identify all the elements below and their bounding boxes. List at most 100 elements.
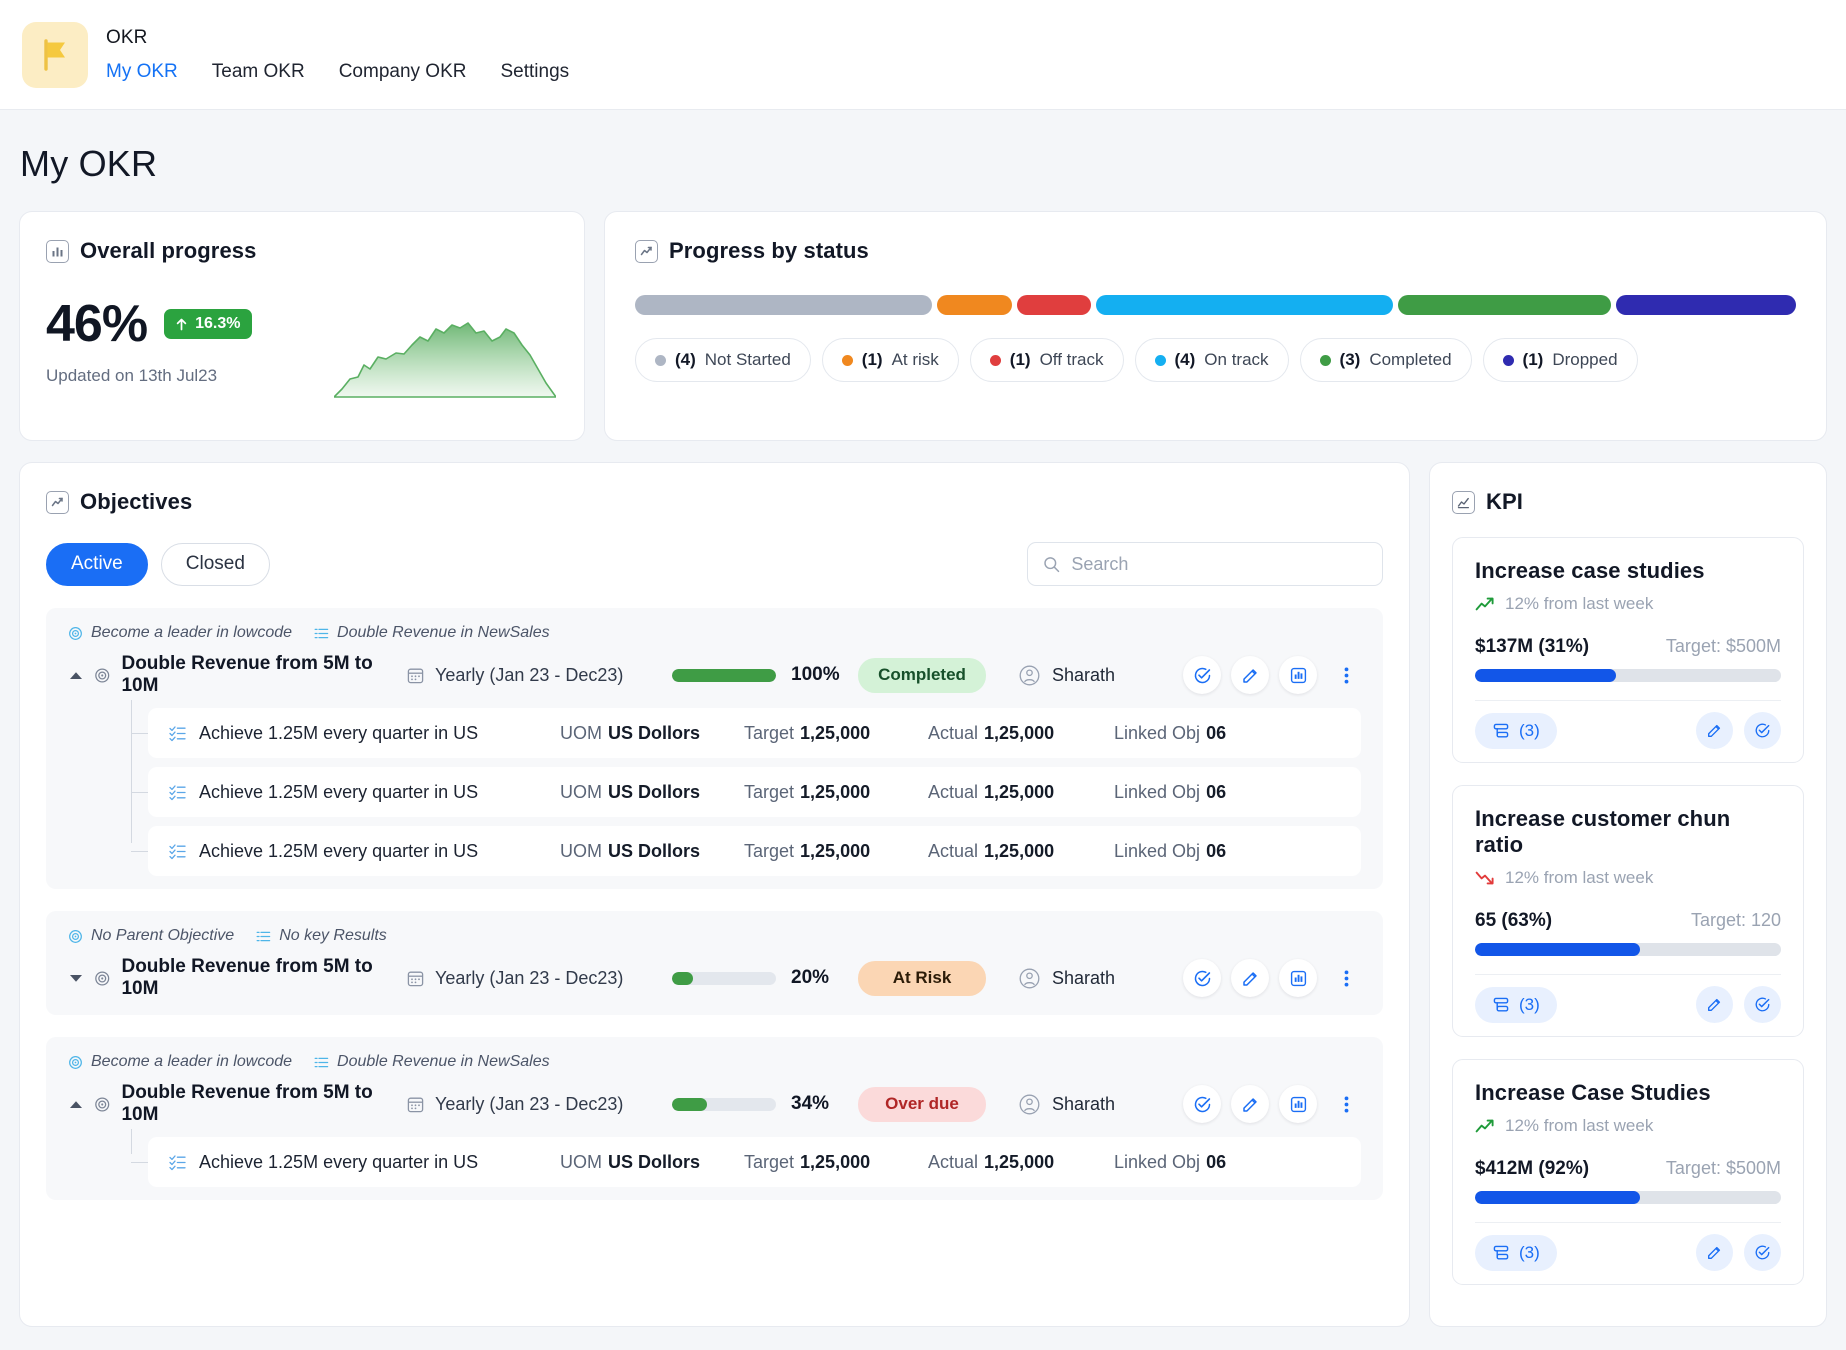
kpi-item-actions <box>1696 986 1781 1023</box>
key-result-linked-obj: Linked Obj 06 <box>1114 722 1227 743</box>
calendar-icon <box>407 668 424 683</box>
objective-edit-button[interactable] <box>1231 656 1269 694</box>
status-legend: (4) Not Started (1) At risk (1) Off trac… <box>635 338 1796 382</box>
tab-active[interactable]: Active <box>46 542 148 586</box>
status-segment-completed[interactable] <box>1398 295 1611 315</box>
objective-checkin-button[interactable] <box>1183 959 1221 997</box>
objective-status-badge: Completed <box>858 657 986 693</box>
progress-by-status-header: Progress by status <box>635 238 1796 264</box>
kpi-edit-button[interactable] <box>1696 1234 1733 1271</box>
more-options-icon <box>1344 667 1348 683</box>
key-result-row[interactable]: Achieve 1.25M every quarter in US UOM US … <box>131 826 1361 876</box>
objective-edit-button[interactable] <box>1231 959 1269 997</box>
kpi-list: Increase case studies 12% from last week… <box>1452 537 1804 1285</box>
objective-checkin-button[interactable] <box>1183 656 1221 694</box>
trend-line-icon <box>46 490 69 514</box>
objective-progress-percent: 20% <box>791 967 830 988</box>
kpi-checkin-button[interactable] <box>1744 986 1781 1023</box>
objective-chart-button[interactable] <box>1279 959 1317 997</box>
nav-item-company-okr[interactable]: Company OKR <box>339 61 467 83</box>
search-input[interactable] <box>1071 553 1367 575</box>
app-logo <box>22 21 88 88</box>
brand-block: OKR My OKR Team OKR Company OKR Settings <box>106 27 569 83</box>
status-chip-at-risk[interactable]: (1) At risk <box>821 338 959 382</box>
kpi-item-card[interactable]: Increase case studies 12% from last week… <box>1452 537 1804 763</box>
status-chip-on-track[interactable]: (4) On track <box>1134 338 1289 382</box>
objective-expand-toggle[interactable] <box>68 670 94 681</box>
nav-links: My OKR Team OKR Company OKR Settings <box>106 61 569 83</box>
objective-checkin-button[interactable] <box>1183 1085 1221 1123</box>
kpi-item-value: $137M (31%) <box>1475 636 1590 657</box>
kpi-item-card[interactable]: Increase customer chun ratio 12% from la… <box>1452 785 1804 1037</box>
key-results-list-icon <box>256 931 271 941</box>
objective-cycle: Yearly (Jan 23 - Dec23) <box>406 968 672 989</box>
key-result-name-cell: Achieve 1.25M every quarter in US <box>168 1152 560 1173</box>
key-result-name-cell: Achieve 1.25M every quarter in US <box>168 841 560 862</box>
kpi-item-title: Increase customer chun ratio <box>1475 806 1731 857</box>
overall-progress-card: Overall progress 46% 16.3% Updated on 13… <box>19 211 585 441</box>
kpi-linked-items-button[interactable]: (3) <box>1475 1234 1557 1271</box>
kpi-checkin-button[interactable] <box>1744 1234 1781 1271</box>
objective-more-button[interactable] <box>1327 656 1365 694</box>
status-dot-icon <box>989 354 1001 366</box>
objective-progress-percent: 100% <box>791 664 840 685</box>
kpi-item-progress-bar <box>1475 669 1781 682</box>
progress-by-status-title: Progress by status <box>669 238 869 263</box>
detail-row: Objectives Active Closed Become <box>19 462 1827 1327</box>
kpi-linked-items-button[interactable]: (3) <box>1475 712 1557 749</box>
nav-item-team-okr[interactable]: Team OKR <box>212 61 305 83</box>
status-segment-at-risk[interactable] <box>937 295 1012 315</box>
status-chip-off-track[interactable]: (1) Off track <box>969 338 1124 382</box>
kpi-edit-button[interactable] <box>1696 986 1733 1023</box>
kpi-item-card[interactable]: Increase Case Studies 12% from last week… <box>1452 1059 1804 1285</box>
kpi-linked-items-button[interactable]: (3) <box>1475 986 1557 1023</box>
objective-more-button[interactable] <box>1327 959 1365 997</box>
user-avatar-icon <box>1019 1094 1040 1114</box>
objective-name-cell: Double Revenue from 5M to 10M <box>94 1082 406 1126</box>
status-chip-completed[interactable]: (3) Completed <box>1299 338 1472 382</box>
objective-breadcrumb: Become a leader in lowcode Double Revenu… <box>46 1051 1383 1071</box>
kpi-checkin-button[interactable] <box>1744 712 1781 749</box>
key-result-uom: UOM US Dollors <box>560 1151 701 1172</box>
objective-chart-button[interactable] <box>1279 1085 1317 1123</box>
linked-items-icon <box>1493 997 1509 1011</box>
objective-name: Double Revenue from 5M to 10M <box>121 956 373 999</box>
status-chip-dropped[interactable]: (1) Dropped <box>1482 338 1638 382</box>
status-segment-dropped[interactable] <box>1615 295 1796 315</box>
key-result-row[interactable]: Achieve 1.25M every quarter in US UOM US … <box>131 708 1361 758</box>
objective-row[interactable]: Double Revenue from 5M to 10M Yearly (Ja… <box>46 642 1383 708</box>
key-results-wrapper: Achieve 1.25M every quarter in US UOM US … <box>46 700 1383 876</box>
status-chip-count: (3) <box>1339 350 1361 369</box>
kpi-edit-button[interactable] <box>1696 712 1733 749</box>
nav-item-my-okr[interactable]: My OKR <box>106 61 178 83</box>
objective-edit-button[interactable] <box>1231 1085 1269 1123</box>
status-chip-label: Off track <box>1039 350 1104 369</box>
nav-item-settings[interactable]: Settings <box>500 61 569 83</box>
tab-closed[interactable]: Closed <box>160 542 270 586</box>
objectives-title: Objectives <box>80 489 193 514</box>
objective-row[interactable]: Double Revenue from 5M to 10M Yearly (Ja… <box>46 945 1383 1011</box>
objective-more-button[interactable] <box>1327 1085 1365 1123</box>
objective-chart-button[interactable] <box>1279 656 1317 694</box>
objectives-search[interactable] <box>1027 542 1383 586</box>
objective-expand-toggle[interactable] <box>68 973 94 984</box>
status-segment-off-track[interactable] <box>1016 295 1091 315</box>
objective-owner: Sharath <box>1018 1093 1176 1116</box>
overall-progress-sparkline <box>333 319 557 406</box>
kpi-linked-count: (3) <box>1519 720 1540 740</box>
status-segment-on-track[interactable] <box>1095 295 1394 315</box>
objective-row[interactable]: Double Revenue from 5M to 10M Yearly (Ja… <box>46 1071 1383 1137</box>
brand-title: OKR <box>106 26 148 48</box>
objective-expand-toggle[interactable] <box>68 1099 94 1110</box>
status-chip-count: (4) <box>675 350 696 369</box>
key-result-row[interactable]: Achieve 1.25M every quarter in US UOM US … <box>131 767 1361 817</box>
linked-items-icon <box>1493 1245 1509 1259</box>
objective-keyresult-tag: No key Results <box>256 927 387 945</box>
objective-group: Become a leader in lowcode Double Revenu… <box>46 1037 1383 1200</box>
status-chip-not-started[interactable]: (4) Not Started <box>635 338 811 382</box>
status-segment-not-started[interactable] <box>635 295 933 315</box>
key-result-row[interactable]: Achieve 1.25M every quarter in US UOM US … <box>131 1137 1361 1187</box>
key-result-target: Target 1,25,000 <box>744 722 871 743</box>
objectives-header: Objectives <box>46 489 1383 515</box>
kpi-item-footer: (3) <box>1475 974 1781 1036</box>
